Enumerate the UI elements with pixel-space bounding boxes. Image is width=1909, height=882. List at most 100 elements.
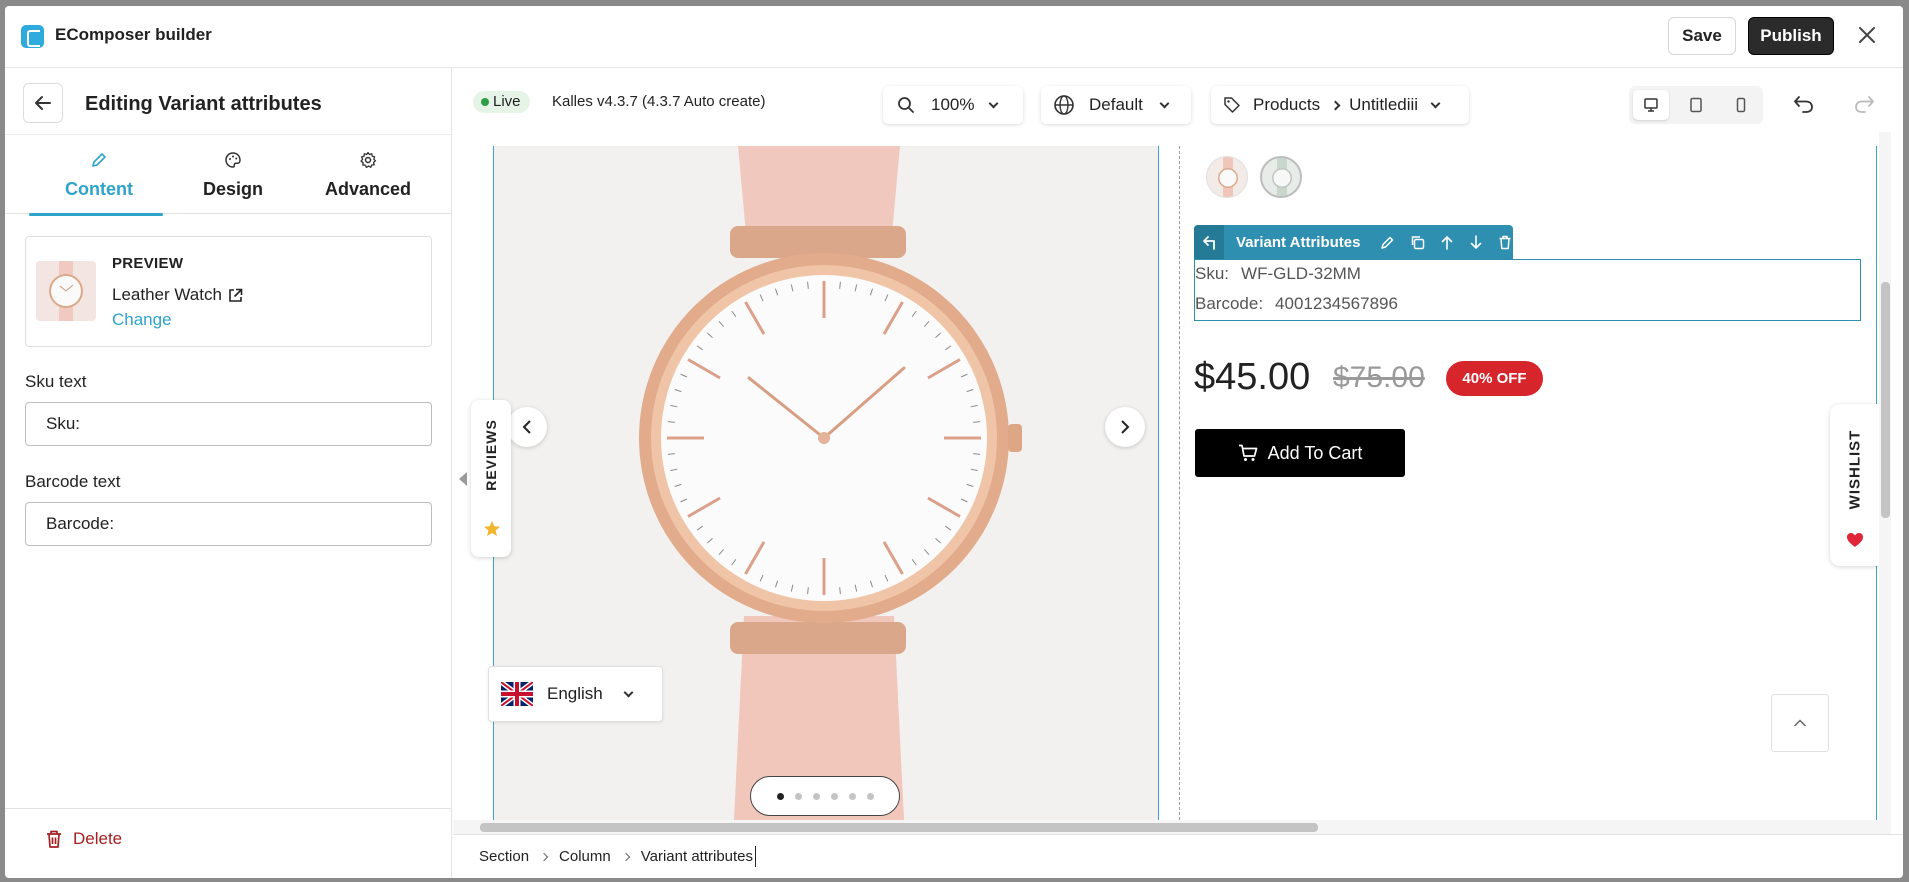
- variant-attributes-block[interactable]: Sku: WF-GLD-32MM Barcode: 4001234567896: [1194, 259, 1861, 321]
- trash-icon: [47, 830, 61, 848]
- theme-name: Kalles v4.3.7 (4.3.7 Auto create): [552, 93, 766, 110]
- vertical-scrollbar-thumb[interactable]: [1881, 282, 1890, 518]
- compare-at-price: $75.00: [1333, 361, 1425, 394]
- variant-swatch-selected[interactable]: [1260, 156, 1302, 198]
- discount-badge: 40% OFF: [1446, 361, 1543, 396]
- breadcrumb: Section Column Variant attributes: [453, 834, 1903, 878]
- save-button[interactable]: Save: [1668, 17, 1736, 55]
- collapse-panel-icon[interactable]: [459, 472, 467, 486]
- panel-footer: Delete: [5, 808, 451, 878]
- carousel-dot[interactable]: [830, 792, 838, 800]
- device-switcher: [1629, 86, 1763, 124]
- canvas-toolbar: Live Kalles v4.3.7 (4.3.7 Auto create) 1…: [453, 68, 1903, 132]
- back-button[interactable]: [23, 83, 63, 123]
- preview-card: PREVIEW Leather Watch Change: [25, 236, 432, 347]
- pencil-icon: [92, 153, 106, 167]
- heart-icon: [1847, 533, 1863, 547]
- tablet-view-button[interactable]: [1678, 90, 1714, 120]
- zoom-level: 100%: [931, 95, 975, 114]
- sku-key: Sku:: [1195, 264, 1230, 283]
- carousel-dot[interactable]: [776, 792, 784, 800]
- breadcrumb-current[interactable]: Variant attributes: [639, 846, 757, 867]
- preview-label: PREVIEW: [112, 255, 184, 272]
- selected-language: English: [547, 684, 603, 703]
- chevron-down-icon: [623, 687, 634, 697]
- tab-content[interactable]: Content: [29, 135, 169, 216]
- preview-product-link[interactable]: Leather Watch: [112, 285, 243, 305]
- chevron-right-icon: [1330, 100, 1341, 110]
- arrow-up-icon[interactable]: [1440, 235, 1454, 250]
- barcode-text-input[interactable]: [25, 502, 432, 546]
- delete-button[interactable]: Delete: [45, 829, 122, 849]
- column-divider: [1179, 146, 1180, 820]
- carousel-prev-button[interactable]: [507, 407, 547, 447]
- undo-icon[interactable]: [1793, 94, 1815, 119]
- tab-label: Content: [65, 179, 133, 199]
- product-thumbnail: [36, 261, 96, 321]
- panel-tabs: Content Design Advanced: [5, 134, 451, 216]
- carousel-dot[interactable]: [848, 792, 856, 800]
- external-link-icon: [229, 288, 243, 302]
- redo-icon[interactable]: [1853, 94, 1875, 119]
- sku-value: WF-GLD-32MM: [1241, 264, 1361, 283]
- mobile-view-button[interactable]: [1723, 90, 1759, 120]
- cart-icon: [1238, 444, 1257, 461]
- tab-label: Advanced: [324, 179, 412, 199]
- horizontal-scrollbar[interactable]: [453, 820, 1891, 834]
- select-parent-button[interactable]: [1194, 225, 1224, 259]
- builder-window: EComposer builder Save Publish Editing V…: [5, 6, 1903, 878]
- tab-design[interactable]: Design: [163, 135, 303, 215]
- tag-icon: [1224, 97, 1240, 113]
- trash-icon[interactable]: [1498, 235, 1512, 250]
- carousel-dot[interactable]: [794, 792, 802, 800]
- duplicate-icon[interactable]: [1410, 235, 1425, 250]
- arrow-down-icon[interactable]: [1469, 234, 1483, 250]
- carousel-pagination: [750, 776, 900, 816]
- sku-text-input[interactable]: [25, 402, 432, 446]
- page-name: Untitlediii: [1349, 95, 1419, 114]
- settings-panel: Editing Variant attributes Content Desig…: [5, 68, 452, 878]
- chevron-down-icon: [1159, 98, 1170, 108]
- live-status-badge: Live: [473, 91, 530, 113]
- corner-up-left-icon: [1203, 236, 1215, 250]
- app-title: EComposer builder: [55, 25, 212, 44]
- language-value: Default: [1089, 95, 1143, 114]
- carousel-dot[interactable]: [866, 792, 874, 800]
- vertical-scrollbar[interactable]: [1879, 132, 1891, 820]
- close-icon[interactable]: [1855, 24, 1879, 48]
- publish-button[interactable]: Publish: [1748, 17, 1834, 55]
- delete-label: Delete: [73, 829, 123, 848]
- zoom-dropdown[interactable]: 100%: [883, 86, 1023, 124]
- palette-icon: [225, 152, 241, 168]
- tab-advanced[interactable]: Advanced: [298, 135, 438, 215]
- page-type: Products: [1253, 95, 1321, 114]
- wishlist-label: WISHLIST: [1846, 429, 1864, 509]
- ecomposer-logo-icon: [21, 25, 44, 48]
- page-dropdown[interactable]: Products Untitlediii: [1211, 86, 1469, 124]
- breadcrumb-section[interactable]: Section: [477, 846, 531, 867]
- element-name: Variant Attributes: [1236, 233, 1361, 251]
- star-icon: [484, 521, 500, 536]
- breadcrumb-column[interactable]: Column: [557, 846, 613, 867]
- reviews-tab[interactable]: REVIEWS: [471, 400, 511, 557]
- barcode-row: Barcode: 4001234567896: [1195, 294, 1398, 314]
- desktop-view-button[interactable]: [1633, 90, 1669, 120]
- back-to-top-button[interactable]: [1771, 694, 1829, 752]
- panel-title: Editing Variant attributes: [85, 93, 322, 115]
- chevron-left-icon: [522, 420, 531, 434]
- preview-product-name: Leather Watch: [112, 285, 222, 304]
- horizontal-scrollbar-thumb[interactable]: [480, 823, 1318, 832]
- language-selector[interactable]: English: [488, 666, 663, 722]
- wishlist-tab[interactable]: WISHLIST: [1830, 404, 1880, 566]
- page-canvas: REVIEWS English Variant Attributes Sku: …: [453, 132, 1891, 820]
- variant-swatch[interactable]: [1206, 156, 1248, 198]
- reviews-label: REVIEWS: [483, 419, 500, 491]
- change-product-link[interactable]: Change: [112, 310, 172, 330]
- chevron-up-icon: [1793, 719, 1807, 727]
- language-dropdown[interactable]: Default: [1041, 86, 1191, 124]
- carousel-dot[interactable]: [812, 792, 820, 800]
- carousel-next-button[interactable]: [1105, 407, 1145, 447]
- edit-icon[interactable]: [1380, 235, 1395, 250]
- add-to-cart-button[interactable]: Add To Cart: [1195, 429, 1405, 477]
- top-bar: EComposer builder Save Publish: [5, 6, 1903, 68]
